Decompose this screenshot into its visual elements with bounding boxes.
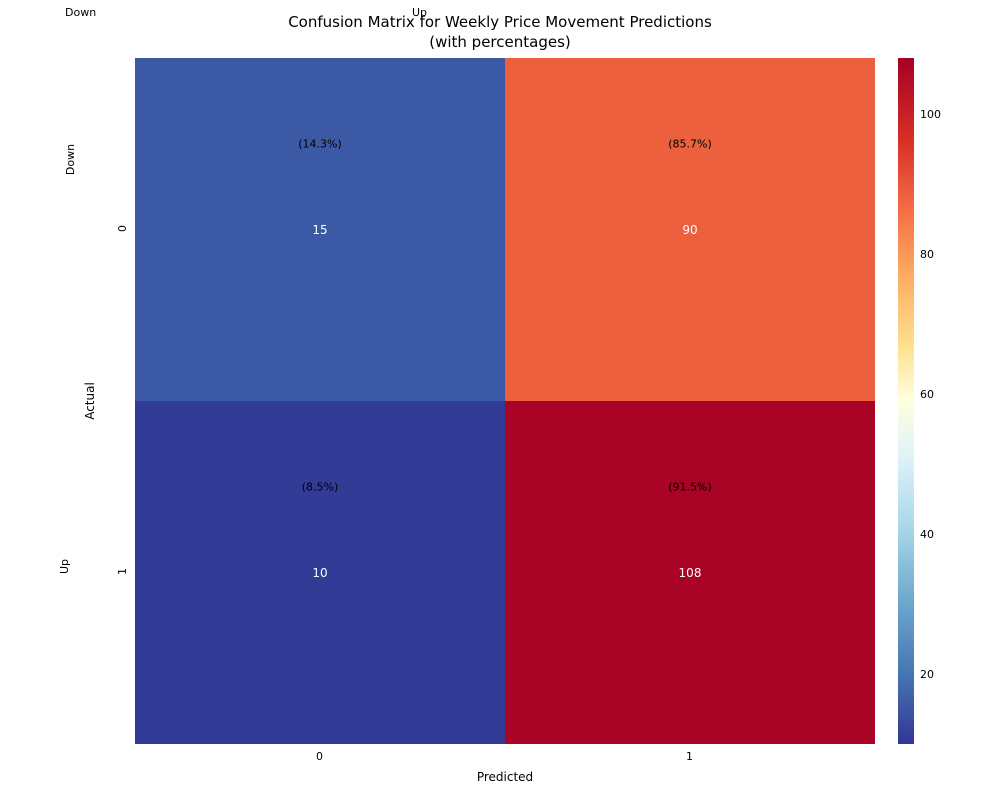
x-tick-1: 1 — [686, 750, 693, 763]
cell-0-0-pct: (14.3%) — [298, 137, 342, 150]
cell-1-1-pct: (91.5%) — [668, 480, 712, 493]
colorbar-gradient — [898, 58, 914, 744]
colorbar-tick-80: 80 — [920, 248, 934, 261]
colorbar-tick-40: 40 — [920, 528, 934, 541]
cell-0-1-pct: (85.7%) — [668, 137, 712, 150]
cell-1-0: (8.5%) 10 — [135, 401, 505, 744]
cell-1-0-pct: (8.5%) — [302, 480, 339, 493]
cell-0-0-count: 15 — [312, 223, 327, 237]
outer-row-label-down: Down — [55, 148, 75, 167]
x-axis-label: Predicted — [135, 770, 875, 784]
outer-col-label-down: Down — [65, 6, 96, 19]
colorbar — [898, 58, 914, 744]
outer-col-label-up: Up — [412, 6, 427, 19]
cell-1-1-count: 108 — [679, 566, 702, 580]
x-tick-0: 0 — [316, 750, 323, 763]
cell-0-1: (85.7%) 90 — [505, 58, 875, 401]
confusion-matrix-chart: Confusion Matrix for Weekly Price Moveme… — [0, 0, 1000, 800]
colorbar-tick-60: 60 — [920, 388, 934, 401]
cell-1-0-count: 10 — [312, 566, 327, 580]
cell-0-0: (14.3%) 15 — [135, 58, 505, 401]
colorbar-tick-100: 100 — [920, 108, 941, 121]
colorbar-tick-20: 20 — [920, 668, 934, 681]
chart-title: Confusion Matrix for Weekly Price Moveme… — [0, 12, 1000, 53]
title-line1: Confusion Matrix for Weekly Price Moveme… — [288, 13, 712, 51]
y-axis-label: Actual — [80, 58, 100, 744]
cell-0-1-count: 90 — [682, 223, 697, 237]
y-tick-0: 0 — [112, 222, 132, 235]
y-tick-1: 1 — [112, 565, 132, 578]
outer-row-label-up: Up — [55, 555, 75, 574]
cell-1-1: (91.5%) 108 — [505, 401, 875, 744]
heatmap-grid: (14.3%) 15 (85.7%) 90 (8.5%) 10 (91.5%) … — [135, 58, 875, 744]
